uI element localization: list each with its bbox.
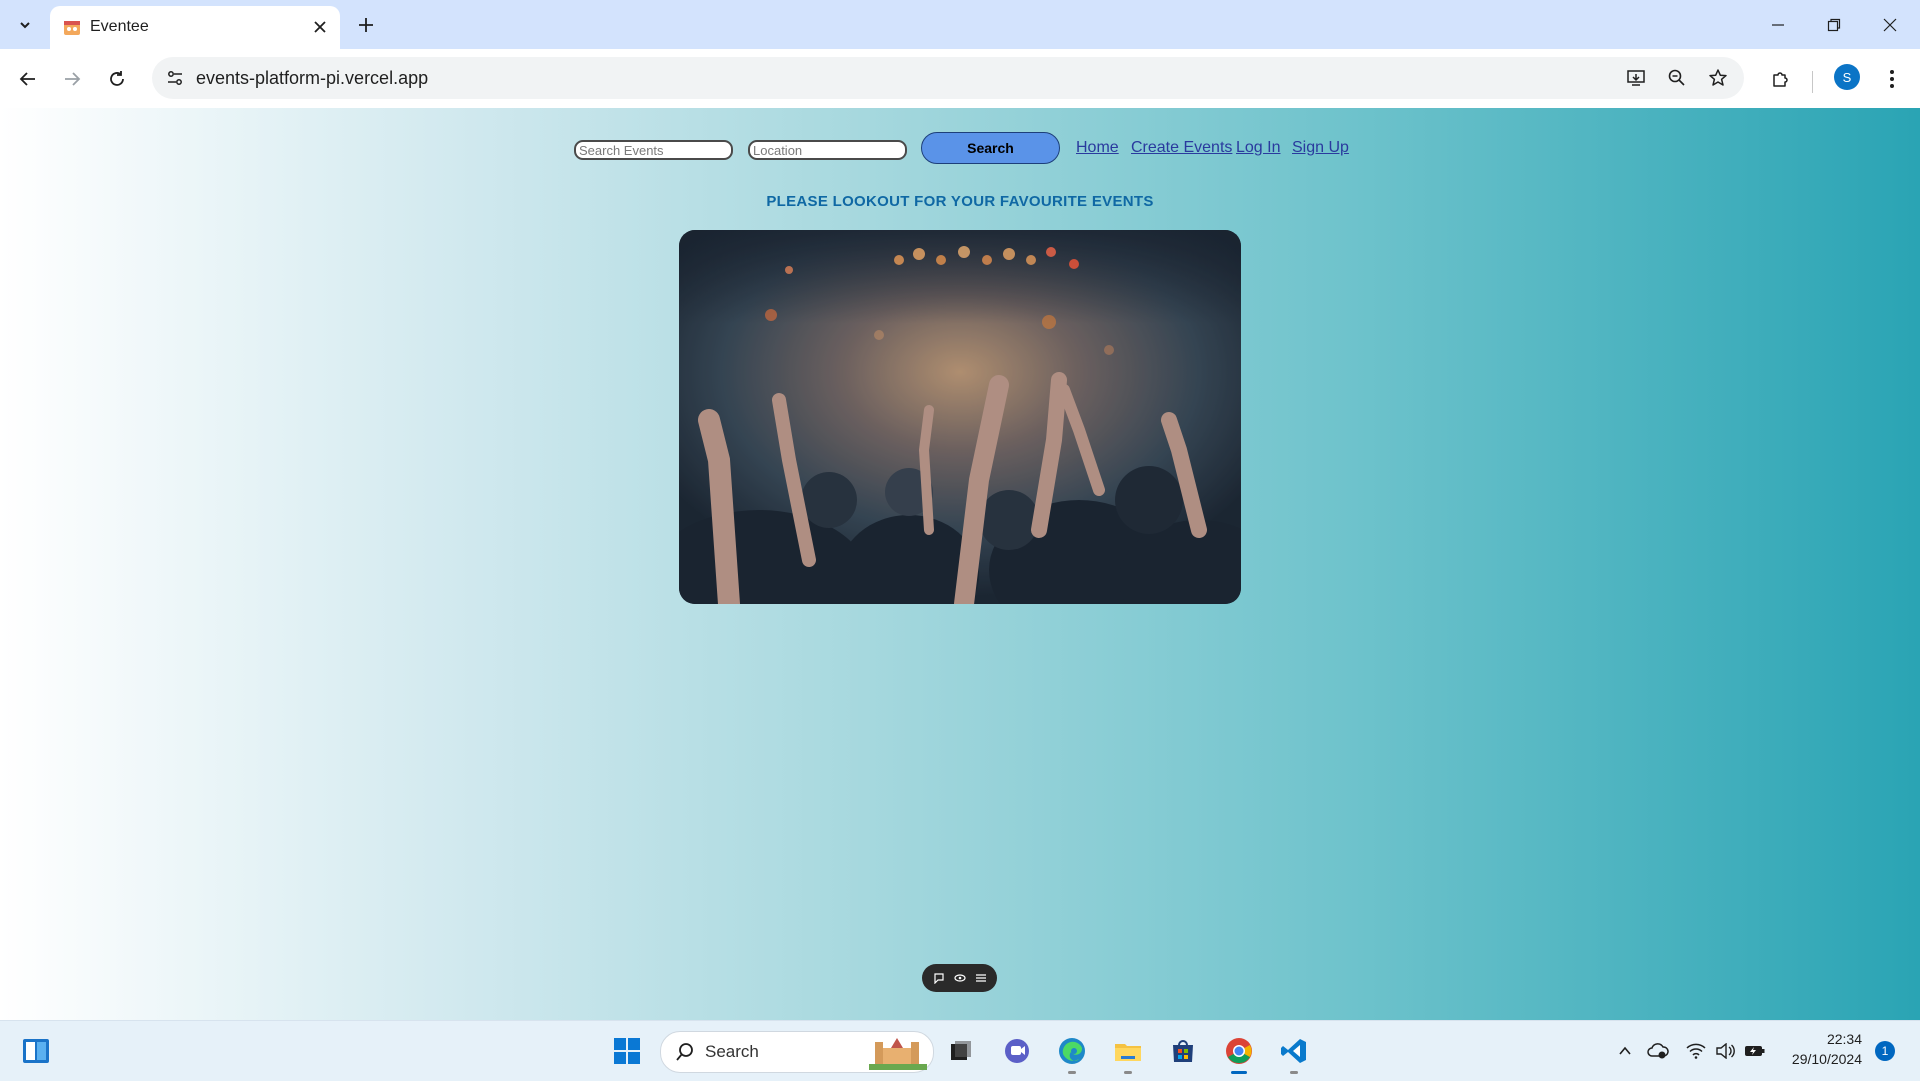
zoom-button[interactable]	[1663, 64, 1691, 92]
close-icon	[314, 21, 326, 33]
star-icon	[1709, 69, 1727, 86]
wifi-icon	[1686, 1043, 1706, 1059]
search-icon	[676, 1043, 693, 1061]
chrome-icon	[1226, 1038, 1252, 1064]
floating-toolbar	[922, 964, 997, 992]
restore-window-button[interactable]	[1806, 0, 1862, 49]
reload-icon	[110, 71, 124, 86]
chevron-down-icon	[20, 22, 30, 29]
clock-time[interactable]: 22:34	[1800, 1031, 1862, 1047]
puzzle-icon	[1773, 72, 1788, 87]
nav-link-log-in[interactable]: Log In	[1236, 139, 1280, 157]
edge-icon	[1059, 1038, 1085, 1064]
running-indicator	[1290, 1071, 1298, 1074]
taskbar-search-label: Search	[705, 1042, 759, 1061]
start-icon	[614, 1038, 640, 1064]
volume-tray[interactable]	[1710, 1031, 1740, 1071]
running-indicator	[1124, 1071, 1132, 1074]
profile-avatar[interactable]: S	[1834, 64, 1860, 90]
taskbar-search-box[interactable]: Search	[660, 1031, 934, 1073]
hero-image	[679, 230, 1241, 604]
castle-illustration-icon	[869, 1038, 927, 1070]
onedrive-tray[interactable]	[1643, 1031, 1673, 1071]
wifi-tray[interactable]	[1681, 1031, 1711, 1071]
page-viewport: Search Home Create Events Log In Sign Up…	[0, 108, 1920, 1020]
taskbar-store[interactable]	[1163, 1031, 1203, 1071]
eventee-favicon-icon	[64, 21, 80, 35]
tab-close-button[interactable]	[308, 15, 332, 39]
widgets-button[interactable]	[16, 1031, 56, 1071]
taskbar-chrome[interactable]	[1219, 1031, 1259, 1074]
windows-taskbar: Search 22:34 29/10/2024 1	[0, 1020, 1920, 1081]
site-settings-button[interactable]	[162, 65, 188, 91]
tab-search-button[interactable]	[10, 10, 40, 40]
start-button[interactable]	[607, 1031, 647, 1071]
reload-button[interactable]	[101, 63, 133, 95]
nav-link-home[interactable]: Home	[1076, 139, 1119, 157]
tune-icon	[168, 71, 182, 85]
vscode-icon	[1281, 1039, 1306, 1063]
plus-icon	[359, 18, 373, 32]
comment-icon[interactable]	[933, 972, 945, 984]
task-view-icon	[951, 1041, 971, 1060]
browser-tab-strip: Eventee	[0, 0, 1920, 49]
eye-icon[interactable]	[953, 972, 966, 984]
browser-tab-active[interactable]: Eventee	[50, 6, 340, 49]
widgets-icon	[23, 1039, 49, 1063]
cloud-sync-icon	[1647, 1043, 1669, 1059]
more-vertical-icon	[1890, 70, 1894, 88]
restore-icon	[1827, 18, 1841, 31]
arrow-left-icon	[19, 72, 35, 86]
search-button[interactable]: Search	[921, 132, 1060, 164]
store-icon	[1173, 1040, 1193, 1062]
speaker-icon	[1716, 1043, 1735, 1059]
arrow-right-icon	[65, 72, 81, 86]
tab-title: Eventee	[90, 18, 149, 35]
page-headline: PLEASE LOOKOUT FOR YOUR FAVOURITE EVENTS	[766, 193, 1154, 210]
location-input[interactable]	[748, 140, 907, 160]
address-bar[interactable]: events-platform-pi.vercel.app	[152, 57, 1744, 99]
extensions-button[interactable]	[1765, 63, 1797, 95]
battery-tray[interactable]	[1740, 1031, 1770, 1071]
taskbar-task-view[interactable]	[941, 1031, 981, 1071]
minimize-icon	[1772, 23, 1784, 26]
install-app-button[interactable]	[1622, 64, 1650, 92]
install-icon	[1627, 70, 1645, 86]
url-text[interactable]: events-platform-pi.vercel.app	[196, 68, 428, 89]
notification-badge[interactable]: 1	[1875, 1041, 1895, 1061]
taskbar-edge[interactable]	[1052, 1031, 1092, 1074]
running-indicator-active	[1231, 1071, 1247, 1074]
menu-icon[interactable]	[975, 972, 987, 984]
close-icon	[1883, 18, 1897, 31]
browser-menu-button[interactable]	[1876, 63, 1908, 95]
teams-icon	[1005, 1039, 1029, 1063]
taskbar-vscode[interactable]	[1274, 1031, 1314, 1074]
back-button[interactable]	[12, 63, 44, 95]
running-indicator	[1068, 1071, 1076, 1074]
new-tab-button[interactable]	[352, 11, 380, 39]
file-explorer-icon	[1115, 1044, 1141, 1061]
nav-link-sign-up[interactable]: Sign Up	[1292, 139, 1349, 157]
close-window-button[interactable]	[1862, 0, 1918, 49]
minimize-window-button[interactable]	[1750, 0, 1806, 49]
nav-link-create-events[interactable]: Create Events	[1131, 139, 1232, 157]
battery-charging-icon	[1745, 1046, 1765, 1056]
zoom-out-icon	[1668, 69, 1685, 86]
chevron-up-icon	[1619, 1046, 1631, 1055]
search-events-input[interactable]	[574, 140, 733, 160]
browser-toolbar: events-platform-pi.vercel.app S	[0, 49, 1920, 108]
toolbar-separator	[1812, 71, 1813, 93]
taskbar-file-explorer[interactable]	[1108, 1031, 1148, 1074]
clock-date[interactable]: 29/10/2024	[1780, 1051, 1862, 1067]
bookmark-button[interactable]	[1704, 64, 1732, 92]
forward-button[interactable]	[56, 63, 88, 95]
taskbar-teams[interactable]	[997, 1031, 1037, 1071]
show-hidden-icons-button[interactable]	[1610, 1031, 1640, 1071]
